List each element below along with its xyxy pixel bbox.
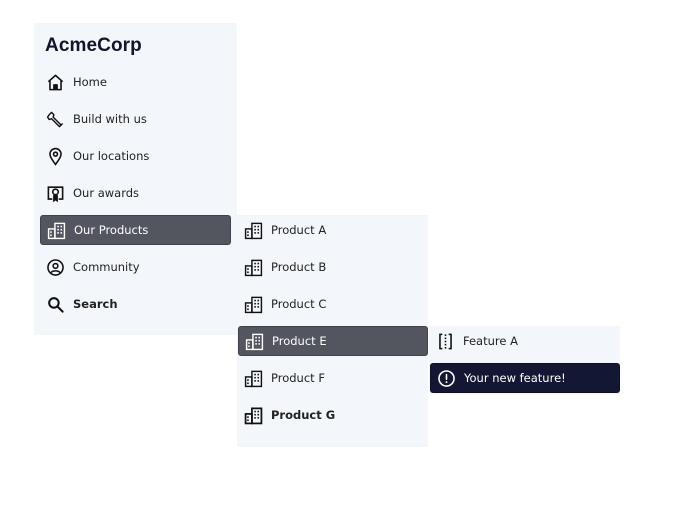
bracket-dotted-icon: [436, 332, 455, 351]
sidebar-item-our-products[interactable]: Our Products: [40, 215, 231, 245]
map-pin-icon: [46, 147, 65, 166]
building-icon: [244, 369, 263, 388]
building-icon: [245, 332, 264, 351]
sidebar-nav: AcmeCorp Home Build with us Our location…: [34, 23, 237, 335]
sidebar-item-label: Our awards: [73, 186, 140, 200]
sidebar-item-our-locations[interactable]: Our locations: [40, 141, 231, 171]
submenu-item-label: Product G: [271, 408, 336, 422]
submenu-item-product-e[interactable]: Product E: [238, 326, 428, 356]
search-icon: [46, 295, 65, 314]
wrench-icon: [46, 110, 65, 129]
features-submenu: Feature A Your new feature!: [429, 326, 620, 394]
sidebar-item-our-awards[interactable]: Our awards: [40, 178, 231, 208]
sidebar-item-label: Our Products: [74, 223, 149, 237]
alert-circle-icon: [437, 369, 456, 388]
submenu-item-product-g[interactable]: Product G: [238, 400, 428, 430]
user-circle-icon: [46, 258, 65, 277]
submenu-item-label: Product F: [271, 371, 325, 385]
building-icon: [244, 221, 263, 240]
submenu-item-product-c[interactable]: Product C: [238, 289, 428, 319]
submenu-item-label: Product B: [271, 260, 327, 274]
products-submenu: Product A Product B Product C Product E …: [237, 215, 428, 447]
submenu-item-feature-a[interactable]: Feature A: [430, 326, 620, 356]
award-certificate-icon: [46, 184, 65, 203]
sidebar-item-label: Search: [73, 297, 118, 311]
sidebar-item-label: Home: [73, 75, 107, 89]
submenu-item-label: Feature A: [463, 334, 518, 348]
building-icon: [244, 295, 263, 314]
building-icon: [47, 221, 66, 240]
sidebar-item-home[interactable]: Home: [40, 67, 231, 97]
submenu-item-product-a[interactable]: Product A: [238, 215, 428, 245]
home-icon: [46, 73, 65, 92]
sidebar-item-label: Build with us: [73, 112, 147, 126]
submenu-item-your-new-feature[interactable]: Your new feature!: [430, 363, 620, 393]
submenu-item-label: Your new feature!: [464, 371, 566, 385]
sidebar-item-search[interactable]: Search: [40, 289, 231, 319]
sidebar-item-label: Community: [73, 260, 140, 274]
building-icon: [244, 258, 263, 277]
submenu-item-label: Product A: [271, 223, 327, 237]
submenu-item-product-b[interactable]: Product B: [238, 252, 428, 282]
sidebar-item-build-with-us[interactable]: Build with us: [40, 104, 231, 134]
building-icon: [244, 406, 263, 425]
submenu-item-label: Product C: [271, 297, 327, 311]
sidebar-item-community[interactable]: Community: [40, 252, 231, 282]
submenu-item-label: Product E: [272, 334, 327, 348]
submenu-item-product-f[interactable]: Product F: [238, 363, 428, 393]
sidebar-item-label: Our locations: [73, 149, 150, 163]
brand-logo[interactable]: AcmeCorp: [45, 35, 142, 57]
